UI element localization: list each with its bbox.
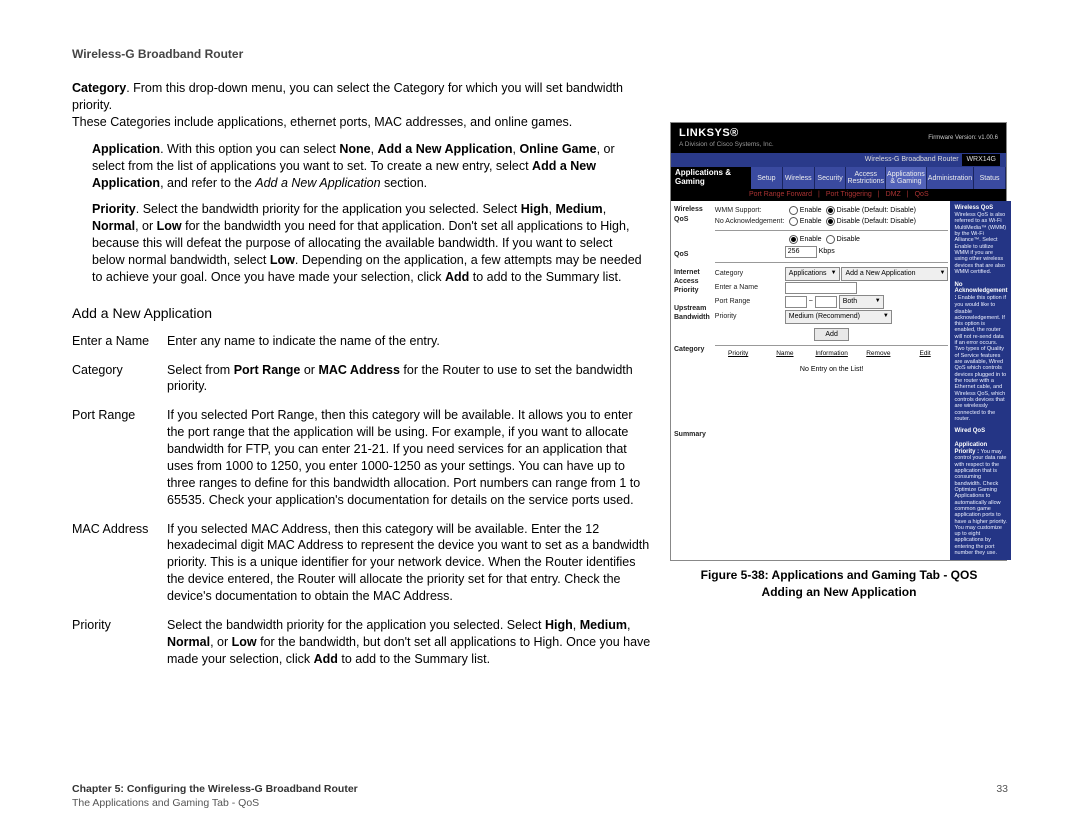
active-section-label: Applications & Gaming <box>671 167 751 189</box>
tab-admin[interactable]: Administration <box>927 167 974 189</box>
radio-noack-enable[interactable] <box>789 217 798 226</box>
iap-row: Enable Disable <box>715 235 949 244</box>
radio-iap-enable[interactable] <box>789 235 798 244</box>
add-row: Add <box>715 328 949 341</box>
tab-access[interactable]: Access Restrictions <box>846 167 886 189</box>
two-column-layout: Category. From this drop-down menu, you … <box>72 80 1008 679</box>
sub-tabs: Port Range Forward| Port Triggering| DMZ… <box>671 189 1006 201</box>
left-label-column: Wireless QoS QoS Internet Access Priorit… <box>671 201 713 560</box>
portrange-row: Port Range ~ Both <box>715 295 949 309</box>
subtab-dmz[interactable]: DMZ <box>886 190 901 199</box>
section-heading: Add a New Application <box>72 304 652 323</box>
intro-paragraph: Category. From this drop-down menu, you … <box>72 80 652 131</box>
subtab-qos[interactable]: QoS <box>915 190 929 199</box>
priority-row: Priority Medium (Recommend) <box>715 310 949 324</box>
row-mac-address: MAC Address If you selected MAC Address,… <box>72 521 652 617</box>
text-column: Category. From this drop-down menu, you … <box>72 80 652 679</box>
port-to-input[interactable] <box>815 296 837 308</box>
product-header: Wireless-G Broadband Router <box>72 46 1008 62</box>
name-input[interactable] <box>785 282 857 294</box>
bullet-priority: Priority. Select the bandwidth priority … <box>92 201 642 285</box>
name-row: Enter a Name <box>715 282 949 294</box>
priority-select[interactable]: Medium (Recommend) <box>785 310 892 324</box>
footer-section: The Applications and Gaming Tab - QoS <box>72 797 259 809</box>
page-footer: 33 Chapter 5: Configuring the Wireless-G… <box>72 782 1008 810</box>
radio-wmm-enable[interactable] <box>789 206 798 215</box>
tab-wireless[interactable]: Wireless <box>783 167 815 189</box>
radio-iap-disable[interactable] <box>826 235 835 244</box>
summary-header: Priority Name Information Remove Edit <box>715 350 949 359</box>
bandwidth-input[interactable]: 256 <box>785 246 817 258</box>
port-from-input[interactable] <box>785 296 807 308</box>
category-row: Category Applications Add a New Applicat… <box>715 267 949 281</box>
application-select[interactable]: Add a New Application <box>841 267 948 281</box>
footer-chapter: Chapter 5: Configuring the Wireless-G Br… <box>72 783 358 795</box>
subtab-porttrigger[interactable]: Port Triggering <box>826 190 872 199</box>
bullet-application: Application. With this option you can se… <box>92 141 642 192</box>
definition-list: Enter a Name Enter any name to indicate … <box>72 333 652 680</box>
radio-wmm-disable[interactable] <box>826 206 835 215</box>
row-enter-name: Enter a Name Enter any name to indicate … <box>72 333 652 362</box>
shot-body: Wireless QoS QoS Internet Access Priorit… <box>671 201 1006 560</box>
tab-apps-gaming[interactable]: Applications & Gaming <box>886 167 927 189</box>
radio-noack-disable[interactable] <box>826 217 835 226</box>
figure-caption: Figure 5-38: Applications and Gaming Tab… <box>670 567 1008 599</box>
row-category: Category Select from Port Range or MAC A… <box>72 362 652 408</box>
document-page: Wireless-G Broadband Router Category. Fr… <box>0 0 1080 834</box>
tab-security[interactable]: Security <box>815 167 847 189</box>
row-port-range: Port Range If you selected Port Range, t… <box>72 407 652 520</box>
tab-setup[interactable]: Setup <box>751 167 783 189</box>
firmware-version: Firmware Version: v1.00.6 <box>928 134 998 142</box>
page-number: 33 <box>996 782 1008 796</box>
help-sidebar: Wireless QoS Wireless QoS is also referr… <box>950 201 1011 560</box>
router-screenshot: LINKSYS® A Division of Cisco Systems, In… <box>670 122 1007 561</box>
shot-header: LINKSYS® A Division of Cisco Systems, In… <box>671 123 1006 153</box>
add-button[interactable]: Add <box>814 328 848 341</box>
brand-logo: LINKSYS® <box>679 126 774 141</box>
category-select[interactable]: Applications <box>785 267 840 281</box>
main-tabs: Applications & Gaming Setup Wireless Sec… <box>671 167 1006 189</box>
protocol-select[interactable]: Both <box>839 295 884 309</box>
wmm-row: WMM Support: Enable Disable (Default: Di… <box>715 206 949 215</box>
no-entry-text: No Entry on the List! <box>715 365 949 374</box>
figure-column: LINKSYS® A Division of Cisco Systems, In… <box>670 80 1008 679</box>
subtab-portforward[interactable]: Port Range Forward <box>749 190 812 199</box>
bandwidth-row: 256 Kbps <box>715 246 949 258</box>
row-priority: Priority Select the bandwidth priority f… <box>72 617 652 680</box>
form-area: WMM Support: Enable Disable (Default: Di… <box>713 201 951 560</box>
tab-status[interactable]: Status <box>974 167 1006 189</box>
noack-row: No Acknowledgement: Enable Disable (Defa… <box>715 217 949 226</box>
intro-label: Category <box>72 81 126 95</box>
title-bar: Wireless-G Broadband Router WRX14G <box>671 153 1006 167</box>
